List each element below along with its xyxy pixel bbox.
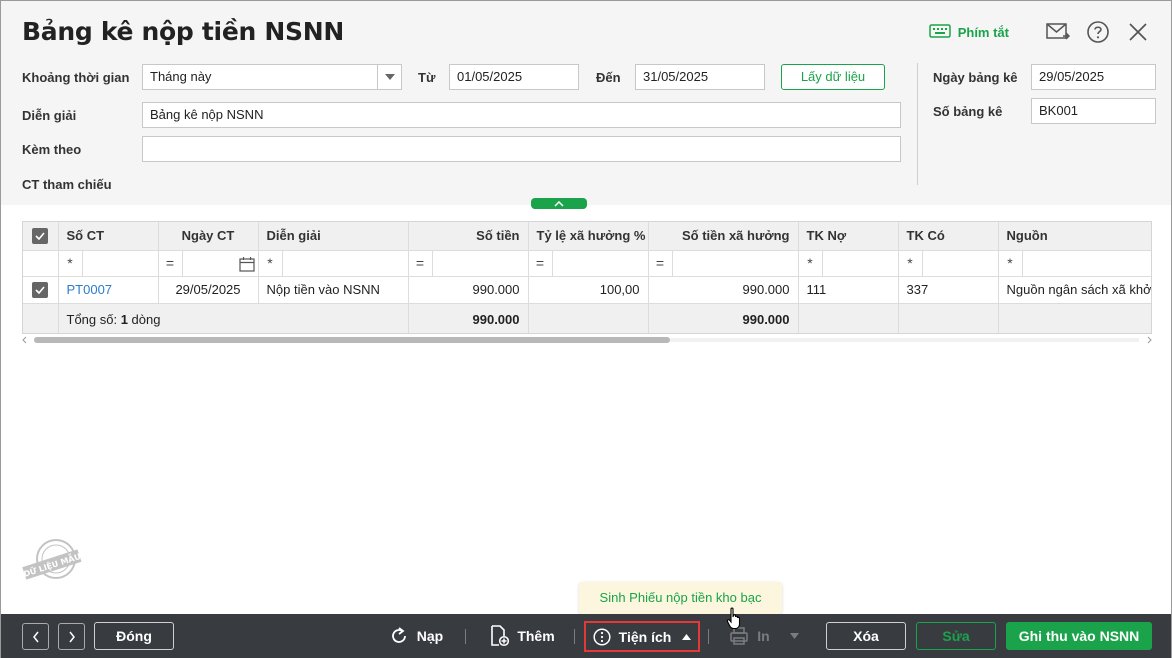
filter-so-tien[interactable]: = <box>408 250 529 277</box>
description-input[interactable]: Bảng kê nộp NSNN <box>142 102 901 128</box>
shortcut-button[interactable]: Phím tắt <box>928 23 1009 41</box>
filter-nguon[interactable]: * <box>998 250 1151 277</box>
cell-so-tien-xa: 990.000 <box>648 276 799 304</box>
collapse-header-button[interactable] <box>531 198 587 209</box>
refresh-icon <box>389 626 409 646</box>
fetch-data-button[interactable]: Lấy dữ liệu <box>781 64 885 90</box>
col-header-nguon[interactable]: Nguồn <box>998 222 1151 251</box>
chevron-down-icon[interactable] <box>377 65 401 89</box>
hand-cursor-icon <box>726 607 744 634</box>
col-header-so-tien-xa[interactable]: Số tiền xã hưởng <box>648 222 799 251</box>
cell-so-tien: 990.000 <box>408 276 529 304</box>
period-select[interactable]: Tháng này <box>142 64 402 90</box>
filter-dien-giai[interactable]: * <box>258 250 409 277</box>
edit-button[interactable]: Sửa <box>916 622 996 650</box>
record-to-nsnn-button[interactable]: Ghi thu vào NSNN <box>1006 622 1152 650</box>
scrollbar-thumb[interactable] <box>34 337 670 343</box>
horizontal-scrollbar[interactable] <box>22 336 1152 344</box>
total-row: Tổng số: 1 dòng 990.000 990.000 <box>23 303 1151 333</box>
dialog-window: Bảng kê nộp tiền NSNN Phím tắt Khoảng th… <box>0 0 1172 658</box>
cell-tk-no: 111 <box>798 276 899 304</box>
add-document-icon <box>489 625 510 647</box>
footer-toolbar: Đóng Nạp Thêm Tiện ích In Xóa Sửa Ghi th… <box>1 614 1171 658</box>
from-date-input[interactable]: 01/05/2025 <box>449 64 579 90</box>
cell-dien-giai: Nộp tiền vào NSNN <box>258 276 409 304</box>
caret-down-icon[interactable] <box>789 633 799 639</box>
row-checkbox[interactable] <box>23 276 59 304</box>
col-header-so-ct[interactable]: Số CT <box>58 222 159 251</box>
next-record-button[interactable] <box>58 623 85 650</box>
filter-tk-co[interactable]: * <box>898 250 999 277</box>
keyboard-icon <box>928 23 958 41</box>
caret-up-icon <box>682 633 692 640</box>
prev-record-button[interactable] <box>22 623 49 650</box>
shortcut-label: Phím tắt <box>957 24 1009 40</box>
total-count-label: Tổng số: 1 dòng <box>58 303 409 333</box>
col-header-tk-co[interactable]: TK Có <box>898 222 999 251</box>
attachment-input[interactable] <box>142 136 901 162</box>
statement-number-label: Số bảng kê <box>933 104 1003 119</box>
mail-icon[interactable] <box>1045 19 1071 45</box>
page-title: Bảng kê nộp tiền NSNN <box>22 17 344 46</box>
cell-ty-le: 100,00 <box>528 276 649 304</box>
cell-ngay-ct: 29/05/2025 <box>158 276 259 304</box>
description-label: Diễn giải <box>22 108 77 123</box>
cell-so-ct[interactable]: PT0007 <box>58 276 159 304</box>
utilities-button[interactable]: Tiện ích <box>584 621 700 652</box>
table-row[interactable]: PT0007 29/05/2025 Nộp tiền vào NSNN 990.… <box>23 276 1151 304</box>
statement-number-input[interactable]: BK001 <box>1031 98 1156 124</box>
filter-so-tien-xa[interactable]: = <box>648 250 799 277</box>
period-label: Khoảng thời gian <box>22 70 130 85</box>
header-tools: Phím tắt <box>928 19 1151 45</box>
col-header-so-tien[interactable]: Số tiền <box>408 222 529 251</box>
chevron-left-icon <box>32 631 39 642</box>
from-label: Từ <box>418 70 436 85</box>
info-circle-icon <box>593 627 611 646</box>
reload-button[interactable]: Nạp <box>386 622 446 650</box>
statement-date-input[interactable]: 29/05/2025 <box>1031 64 1156 90</box>
total-so-tien-xa: 990.000 <box>648 303 799 333</box>
form-header: Bảng kê nộp tiền NSNN Phím tắt Khoảng th… <box>1 1 1171 205</box>
chevron-up-icon <box>554 200 564 207</box>
grid-header-row: Số CT Ngày CT Diễn giải Số tiền Tỷ lệ xã… <box>23 222 1151 251</box>
to-label: Đến <box>596 70 621 85</box>
statement-date-label: Ngày bảng kê <box>933 70 1018 85</box>
filter-tk-no[interactable]: * <box>798 250 899 277</box>
col-header-dien-giai[interactable]: Diễn giải <box>258 222 409 251</box>
col-header-ty-le[interactable]: Tỷ lệ xã hưởng % <box>528 222 649 251</box>
filter-ngay-ct[interactable]: = <box>158 250 259 277</box>
delete-button[interactable]: Xóa <box>826 622 906 650</box>
sample-data-stamp: DỮ LIỆU MẪU <box>21 537 83 587</box>
filter-ty-le[interactable]: = <box>528 250 649 277</box>
period-value: Tháng này <box>150 69 212 84</box>
close-button[interactable]: Đóng <box>94 622 174 650</box>
cell-tk-co: 337 <box>898 276 999 304</box>
filter-so-ct[interactable]: * <box>58 250 159 277</box>
header-divider <box>917 63 918 185</box>
to-date-input[interactable]: 31/05/2025 <box>635 64 765 90</box>
tooltip-generate-treasury-voucher[interactable]: Sinh Phiếu nộp tiền kho bạc <box>579 582 782 614</box>
filter-empty <box>23 250 59 277</box>
chevron-right-icon <box>68 631 75 642</box>
attachment-label: Kèm theo <box>22 142 82 157</box>
select-all-checkbox[interactable] <box>23 222 59 251</box>
reference-label[interactable]: CT tham chiếu <box>22 177 112 192</box>
filter-row: * = * = = = * * * <box>23 250 1151 277</box>
help-icon[interactable] <box>1085 19 1111 45</box>
add-button[interactable]: Thêm <box>487 622 557 650</box>
calendar-icon[interactable] <box>238 256 255 272</box>
cell-nguon: Nguồn ngân sách xã khởi <box>998 276 1151 304</box>
col-header-ngay-ct[interactable]: Ngày CT <box>158 222 259 251</box>
col-header-tk-no[interactable]: TK Nợ <box>798 222 899 251</box>
voucher-grid: Số CT Ngày CT Diễn giải Số tiền Tỷ lệ xã… <box>22 221 1152 334</box>
close-icon[interactable] <box>1125 19 1151 45</box>
total-so-tien: 990.000 <box>408 303 529 333</box>
